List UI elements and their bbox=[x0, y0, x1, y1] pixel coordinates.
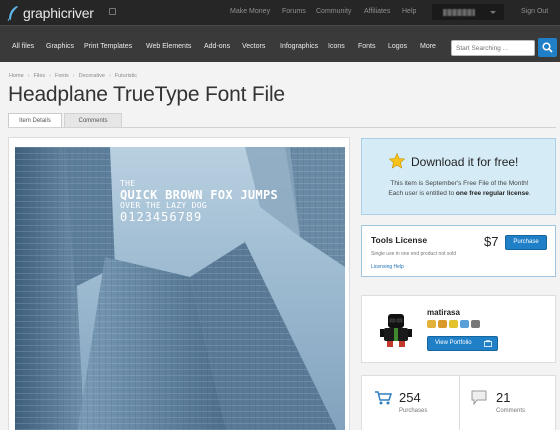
free-file-box: Download it for free! This item is Septe… bbox=[361, 138, 556, 215]
top-link-help[interactable]: Help bbox=[402, 8, 416, 15]
cart-badge-icon[interactable] bbox=[438, 320, 447, 328]
paw-badge-icon[interactable] bbox=[471, 320, 480, 328]
license-title: Tools License bbox=[371, 235, 428, 245]
purchase-button[interactable]: Purchase bbox=[505, 235, 547, 250]
author-badges bbox=[427, 320, 482, 328]
purchases-label: Purchases bbox=[399, 408, 428, 414]
search-icon bbox=[542, 42, 553, 53]
avatar[interactable] bbox=[378, 308, 414, 348]
breadcrumb: Home › Files › Fonts › Decorative › Futurist… bbox=[9, 73, 141, 79]
breadcrumb-separator: › bbox=[27, 73, 30, 79]
cat-more[interactable]: More bbox=[420, 43, 436, 50]
free-file-text: This item is September's Free File of th… bbox=[362, 179, 557, 199]
tab-item-details[interactable]: Item Details bbox=[8, 113, 62, 127]
view-portfolio-button[interactable]: View Portfolio bbox=[427, 336, 498, 351]
top-link-make-money[interactable]: Make Money bbox=[230, 8, 270, 15]
site-logo[interactable]: graphicriver bbox=[7, 4, 94, 22]
logo-text: graphicriver bbox=[23, 5, 94, 21]
view-portfolio-label: View Portfolio bbox=[435, 340, 472, 346]
top-header: graphicriver Make Money Forums Community… bbox=[0, 0, 560, 25]
category-nav: All files Graphics Print Templates Web E… bbox=[0, 25, 560, 62]
chevron-down-icon bbox=[490, 11, 496, 14]
sample-line-4: 0123456789 bbox=[120, 210, 203, 224]
free-file-line-2-bold: one free regular license bbox=[455, 190, 529, 197]
cat-logos[interactable]: Logos bbox=[388, 43, 407, 50]
preview-panel: The Quick Brown Fox Jumps over the Lazy … bbox=[8, 137, 350, 430]
free-file-line-2: Each user is entitled to one free regula… bbox=[362, 189, 557, 199]
feather-logo-icon bbox=[7, 6, 18, 21]
license-description: Single use in one end product not sold bbox=[371, 251, 457, 257]
cat-fonts[interactable]: Fonts bbox=[358, 43, 376, 50]
free-file-line-1: This item is September's Free File of th… bbox=[390, 180, 529, 187]
comment-icon bbox=[471, 390, 487, 405]
portfolio-icon bbox=[484, 340, 492, 347]
site-switcher-icon[interactable] bbox=[109, 8, 116, 15]
breadcrumb-separator: › bbox=[49, 73, 51, 79]
cat-print-templates[interactable]: Print Templates bbox=[84, 43, 132, 50]
search-button[interactable] bbox=[538, 38, 557, 57]
check-badge-icon[interactable] bbox=[449, 320, 458, 328]
star-icon bbox=[389, 153, 405, 169]
breadcrumb-files[interactable]: Files bbox=[34, 73, 46, 79]
tab-comments[interactable]: Comments bbox=[64, 113, 122, 127]
cat-add-ons[interactable]: Add-ons bbox=[204, 43, 230, 50]
free-file-heading[interactable]: Download it for free! bbox=[411, 155, 518, 169]
breadcrumb-separator: › bbox=[108, 73, 111, 79]
tab-divider bbox=[8, 127, 556, 128]
breadcrumb-home[interactable]: Home bbox=[9, 73, 24, 79]
purchases-count: 254 bbox=[399, 390, 421, 405]
top-link-affiliates[interactable]: Affiliates bbox=[364, 8, 390, 15]
search-input[interactable] bbox=[451, 40, 535, 56]
top-link-forums[interactable]: Forums bbox=[282, 8, 306, 15]
price: $7 bbox=[484, 234, 499, 249]
font-preview-image[interactable]: The Quick Brown Fox Jumps over the Lazy … bbox=[15, 147, 345, 430]
cat-all-files[interactable]: All files bbox=[12, 43, 34, 50]
licensing-help-link[interactable]: Licensing Help bbox=[371, 264, 404, 270]
username-redacted bbox=[443, 9, 475, 16]
user-menu[interactable] bbox=[432, 4, 504, 20]
top-link-community[interactable]: Community bbox=[316, 8, 351, 15]
cat-icons[interactable]: Icons bbox=[328, 43, 345, 50]
cart-icon bbox=[375, 391, 392, 405]
comments-label: Comments bbox=[496, 408, 526, 414]
stats-box: 254 Purchases 21 Comments bbox=[361, 375, 556, 430]
license-box: Tools License Single use in one end prod… bbox=[361, 225, 556, 277]
breadcrumb-futuristic[interactable]: Futuristic bbox=[115, 73, 137, 79]
stats-divider bbox=[459, 376, 460, 430]
sample-line-2: Quick Brown Fox Jumps bbox=[120, 188, 279, 202]
people-badge-icon[interactable] bbox=[460, 320, 469, 328]
author-box: matirasa View Portfolio bbox=[361, 295, 556, 363]
trophy-badge-icon[interactable] bbox=[427, 320, 436, 328]
font-sample-text: The Quick Brown Fox Jumps over the Lazy … bbox=[120, 179, 279, 224]
comments-count: 21 bbox=[496, 390, 511, 405]
sample-line-1: The bbox=[120, 179, 136, 188]
breadcrumb-fonts[interactable]: Fonts bbox=[55, 73, 69, 79]
free-file-line-2-suffix: . bbox=[528, 190, 531, 197]
sign-out-link[interactable]: Sign Out bbox=[521, 8, 548, 15]
free-file-line-2-prefix: Each user is entitled to bbox=[388, 190, 456, 197]
sample-line-3: over the Lazy Dog bbox=[120, 201, 207, 210]
author-name[interactable]: matirasa bbox=[427, 308, 460, 317]
cat-graphics[interactable]: Graphics bbox=[46, 43, 74, 50]
cat-infographics[interactable]: Infographics bbox=[280, 43, 318, 50]
page-title: Headplane TrueType Font File bbox=[8, 83, 285, 106]
cat-web-elements[interactable]: Web Elements bbox=[146, 43, 191, 50]
breadcrumb-separator: › bbox=[72, 73, 75, 79]
cat-vectors[interactable]: Vectors bbox=[242, 43, 265, 50]
breadcrumb-decorative[interactable]: Decorative bbox=[79, 73, 105, 79]
